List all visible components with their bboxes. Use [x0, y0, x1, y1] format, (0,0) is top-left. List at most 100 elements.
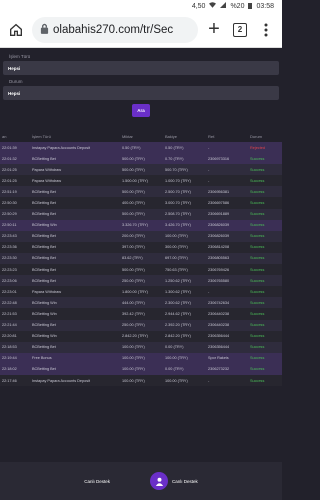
cell-balance: 1.250.62 (TRY): [163, 275, 206, 287]
cell-amount: 500.00 (TRY): [120, 186, 163, 198]
cell-balance: 3.000.70 (TRY): [163, 197, 206, 209]
cell-amount: 392.42 (TRY): [120, 308, 163, 320]
cell-ref: Spor Rakeis: [206, 352, 248, 364]
clock: 03:58: [256, 2, 274, 10]
cell-date: 22:51:19: [0, 186, 30, 198]
cell-balance: 0.00 (TRY): [163, 363, 206, 375]
table-row[interactable]: 22:23:36 BCBetting Bet 397.00 (TRY) 300.00 …: [0, 241, 282, 253]
more-vert-icon[interactable]: [256, 20, 276, 40]
cell-date: 22:21:44: [0, 319, 30, 331]
table-row[interactable]: 22:01:39 Instapay Papara Accounts Deposit…: [0, 142, 282, 154]
search-button[interactable]: Ara: [132, 104, 150, 117]
new-tab-icon[interactable]: +: [204, 18, 224, 40]
table-body: 22:01:39 Instapay Papara Accounts Deposit…: [0, 142, 282, 387]
table-row[interactable]: 22:01:32 BCBetting Bet 500.00 (TRY) 0.70 (T…: [0, 153, 282, 165]
table-row[interactable]: 22:21:53 BCBetting Win 392.42 (TRY) 2.944.6…: [0, 308, 282, 320]
cell-type: BCBetting Bet: [30, 275, 120, 287]
table-row[interactable]: 22:50:29 BCBetting Bet 500.00 (TRY) 2.508.7…: [0, 208, 282, 220]
cell-type: BCBetting Bet: [30, 230, 120, 242]
transactions-page: İşlem Türü Hepsi Durum Hepsi Ara an İşle…: [0, 48, 282, 500]
cell-date: 22:23:43: [0, 230, 30, 242]
table-row[interactable]: 22:50:30 BCBetting Bet 400.00 (TRY) 3.000.7…: [0, 197, 282, 209]
cell-ref: 2306805563: [206, 252, 248, 265]
table-row[interactable]: 22:23:43 BCBetting Bet 200.00 (TRY) 100.00 …: [0, 230, 282, 242]
address-bar[interactable]: olabahis270.com/tr/Sec: [32, 16, 198, 43]
cell-ref: 2306691889: [206, 208, 248, 220]
cell-amount: 3.326.70 (TRY): [120, 219, 163, 231]
table-row[interactable]: 22:01:25 Papara Withdraw 500.00 (TRY) 500.7…: [0, 164, 282, 176]
table-row[interactable]: 22:51:19 BCBetting Bet 500.00 (TRY) 2.500.7…: [0, 186, 282, 198]
cell-ref: 2306826039: [206, 230, 248, 242]
table-row[interactable]: 22:23:30 BCBetting Bet 83.62 (TRY) 697.00 (…: [0, 252, 282, 265]
cell-ref: 2306814208: [206, 241, 248, 253]
cell-amount: 500.00 (TRY): [120, 153, 163, 165]
cell-balance: 0.50 (TRY): [163, 142, 206, 154]
cell-amount: 200.00 (TRY): [120, 230, 163, 242]
cell-type: BCBetting Win: [30, 330, 120, 342]
cell-status: Success: [248, 308, 282, 320]
type-filter-select[interactable]: Hepsi: [3, 61, 279, 75]
table-row[interactable]: 22:01:25 Papara Withdraw 1.500.00 (TRY) 1.0…: [0, 175, 282, 187]
cell-balance: 2.508.70 (TRY): [163, 208, 206, 220]
signal-speed: 4,50: [191, 2, 206, 10]
table-row[interactable]: 22:50:11 BCBetting Win 3.326.70 (TRY) 3.426…: [0, 219, 282, 231]
cell-amount: 397.00 (TRY): [120, 241, 163, 253]
cell-type: BCBetting Win: [30, 219, 120, 231]
table-row[interactable]: 22:18:02 BCBetting Bet 100.00 (TRY) 0.00 (T…: [0, 363, 282, 375]
cell-ref: -: [206, 374, 248, 387]
cell-ref: 2306273232: [206, 363, 248, 375]
cell-ref: -: [206, 164, 248, 176]
home-icon[interactable]: [6, 20, 26, 40]
cell-status: Success: [248, 241, 282, 253]
cell-date: 22:23:36: [0, 241, 30, 253]
cell-amount: 1.500.00 (TRY): [120, 175, 163, 187]
cell-status: Success: [248, 252, 282, 265]
header-date: an: [2, 134, 7, 139]
cell-ref: 2306769426: [206, 264, 248, 276]
table-row[interactable]: 22:17:46 Instapay Papara Accounts Deposit…: [0, 374, 282, 387]
cell-date: 22:21:53: [0, 308, 30, 320]
cell-balance: 2.500.70 (TRY): [163, 186, 206, 198]
table-row[interactable]: 22:23:01 Papara Withdraw 1.800.00 (TRY) 1.3…: [0, 286, 282, 298]
cell-type: BCBetting Bet: [30, 252, 120, 265]
cell-date: 22:17:46: [0, 374, 30, 387]
cell-ref: 2306697586: [206, 197, 248, 209]
cell-type: Papara Withdraw: [30, 164, 120, 176]
cell-type: BCBetting Bet: [30, 186, 120, 198]
cell-date: 22:23:01: [0, 286, 30, 298]
cell-status: Success: [248, 219, 282, 231]
cell-date: 22:23:23: [0, 264, 30, 276]
cell-amount: 500.00 (TRY): [120, 164, 163, 176]
cell-status: Success: [248, 297, 282, 309]
cell-amount: 400.00 (TRY): [120, 197, 163, 209]
cell-balance: 100.00 (TRY): [163, 374, 206, 387]
cell-type: BCBetting Bet: [30, 319, 120, 331]
tab-switcher-button[interactable]: 2: [230, 20, 250, 40]
cell-status: Success: [248, 264, 282, 276]
table-header: an İşlem Türü Miktar Bakiye Ref. Durum: [0, 131, 282, 142]
cell-status: Success: [248, 374, 282, 387]
wifi-icon: [209, 2, 217, 10]
cell-date: 22:22:48: [0, 297, 30, 309]
table-row[interactable]: 22:23:06 BCBetting Bet 250.00 (TRY) 1.250.6…: [0, 275, 282, 287]
live-support-link[interactable]: Canlı Destek: [84, 479, 110, 484]
table-row[interactable]: 22:18:53 BCBetting Bet 100.00 (TRY) 0.00 (T…: [0, 341, 282, 353]
cell-date: 22:23:06: [0, 275, 30, 287]
table-row[interactable]: 22:22:48 BCBetting Win 444.00 (TRY) 2.300.6…: [0, 297, 282, 309]
table-row[interactable]: 22:21:44 BCBetting Bet 250.00 (TRY) 2.392.2…: [0, 319, 282, 331]
live-support-button-label: Canlı Destek: [172, 478, 198, 484]
cell-ref: 2306765580: [206, 275, 248, 287]
cell-date: 22:18:53: [0, 341, 30, 353]
filter-panel: İşlem Türü Hepsi Durum Hepsi Ara: [0, 48, 282, 117]
live-support-button[interactable]: Canlı Destek: [150, 472, 198, 490]
cell-ref: 2306826039: [206, 219, 248, 231]
status-filter-select[interactable]: Hepsi: [3, 86, 279, 100]
table-row[interactable]: 22:20:81 BCBetting Win 2.842.20 (TRY) 2.842…: [0, 330, 282, 342]
table-row[interactable]: 22:19:44 Free Bonus 100.00 (TRY) 100.00 (TR…: [0, 352, 282, 364]
cell-date: 22:50:11: [0, 219, 30, 231]
header-ref: Ref.: [208, 134, 216, 139]
cell-ref: 2306956381: [206, 186, 248, 198]
table-row[interactable]: 22:23:23 BCBetting Bet 500.00 (TRY) 750.63 …: [0, 264, 282, 276]
cell-type: BCBetting Bet: [30, 197, 120, 209]
cell-status: Success: [248, 186, 282, 198]
